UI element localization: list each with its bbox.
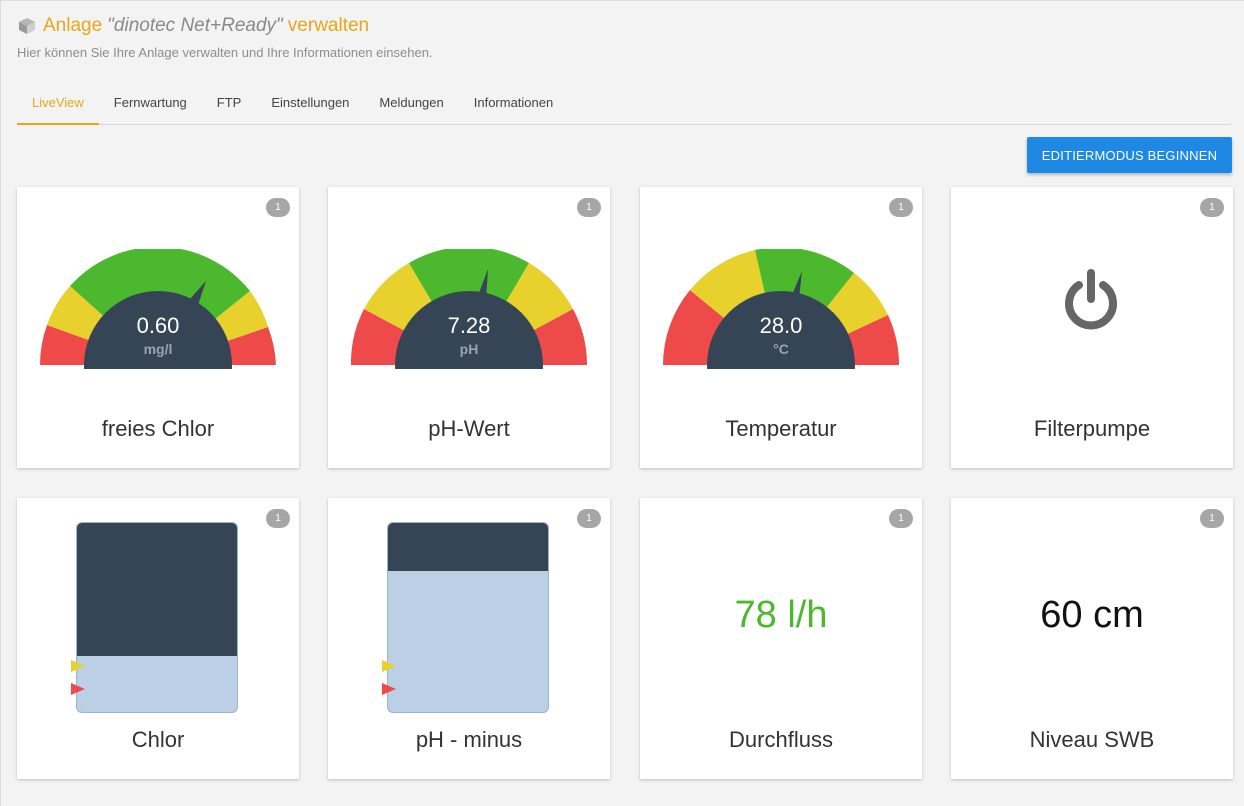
- tank-level-markers: [71, 660, 85, 695]
- tab-meldungen[interactable]: Meldungen: [364, 83, 458, 125]
- gauge-value: 7.28: [447, 313, 491, 338]
- ph-minus-tank-card[interactable]: 1 pH - minus: [328, 498, 610, 779]
- tab-bar: LiveView Fernwartung FTP Einstellungen M…: [17, 83, 1231, 125]
- tank-level-markers: [382, 660, 396, 695]
- gauge-value: 28.0: [759, 313, 803, 338]
- ph-minus-tank: [387, 522, 549, 713]
- ph-gauge-card[interactable]: 1 7.28 pH pH-Wert: [328, 187, 610, 468]
- tank-empty-space: [77, 523, 237, 656]
- level-value: 60 cm: [1040, 594, 1144, 636]
- tab-einstellungen[interactable]: Einstellungen: [256, 83, 364, 125]
- card-label: Temperatur: [725, 416, 837, 441]
- title-prefix: Anlage: [43, 15, 103, 36]
- card-badge: 1: [889, 198, 913, 217]
- temp-gauge-card[interactable]: 1 28.0 °C Temperatur: [640, 187, 922, 468]
- flow-card[interactable]: 1 78 l/h Durchfluss: [640, 498, 922, 779]
- tab-ftp[interactable]: FTP: [202, 83, 257, 125]
- tank-empty-space: [388, 523, 548, 571]
- card-label: Chlor: [131, 727, 185, 752]
- card-badge: 1: [889, 509, 913, 528]
- card-badge: 1: [577, 509, 601, 528]
- tab-fernwartung[interactable]: Fernwartung: [99, 83, 202, 125]
- flow-value: 78 l/h: [734, 594, 828, 636]
- page-subtitle: Hier können Sie Ihre Anlage verwalten un…: [17, 45, 433, 60]
- edit-mode-button[interactable]: Editiermodus beginnen: [1027, 137, 1232, 173]
- gauge-unit: °C: [773, 341, 789, 357]
- gauge-unit: mg/l: [143, 341, 173, 357]
- card-label: freies Chlor: [101, 416, 215, 441]
- card-label: Niveau SWB: [1029, 727, 1155, 752]
- card-badge: 1: [266, 509, 290, 528]
- card-label: Filterpumpe: [1033, 416, 1151, 441]
- page-title: Anlage "dinotec Net+Ready" verwalten: [17, 15, 433, 37]
- title-suffix: verwalten: [287, 15, 370, 36]
- power-icon[interactable]: [1061, 269, 1121, 331]
- card-label: Durchfluss: [729, 727, 833, 752]
- device-name: "dinotec Net+Ready": [107, 15, 283, 36]
- card-label: pH - minus: [415, 727, 523, 752]
- chlor-gauge-card[interactable]: 1 0.60 mg/l freies Chlor: [17, 187, 299, 468]
- tab-informationen[interactable]: Informationen: [459, 83, 569, 125]
- card-badge: 1: [1200, 198, 1224, 217]
- cube-icon: [17, 16, 37, 36]
- tab-liveview[interactable]: LiveView: [17, 83, 99, 125]
- card-badge: 1: [266, 198, 290, 217]
- page-header: Anlage "dinotec Net+Ready" verwalten Hie…: [17, 15, 433, 60]
- card-label: pH-Wert: [428, 416, 510, 441]
- chlor-tank-card[interactable]: 1 Chlor: [17, 498, 299, 779]
- gauge-unit: pH: [459, 341, 479, 357]
- level-card[interactable]: 1 60 cm Niveau SWB: [951, 498, 1233, 779]
- chlor-tank: [76, 522, 238, 713]
- card-badge: 1: [577, 198, 601, 217]
- card-badge: 1: [1200, 509, 1224, 528]
- gauge-value: 0.60: [136, 313, 180, 338]
- filter-pump-card[interactable]: 1 Filterpumpe: [951, 187, 1233, 468]
